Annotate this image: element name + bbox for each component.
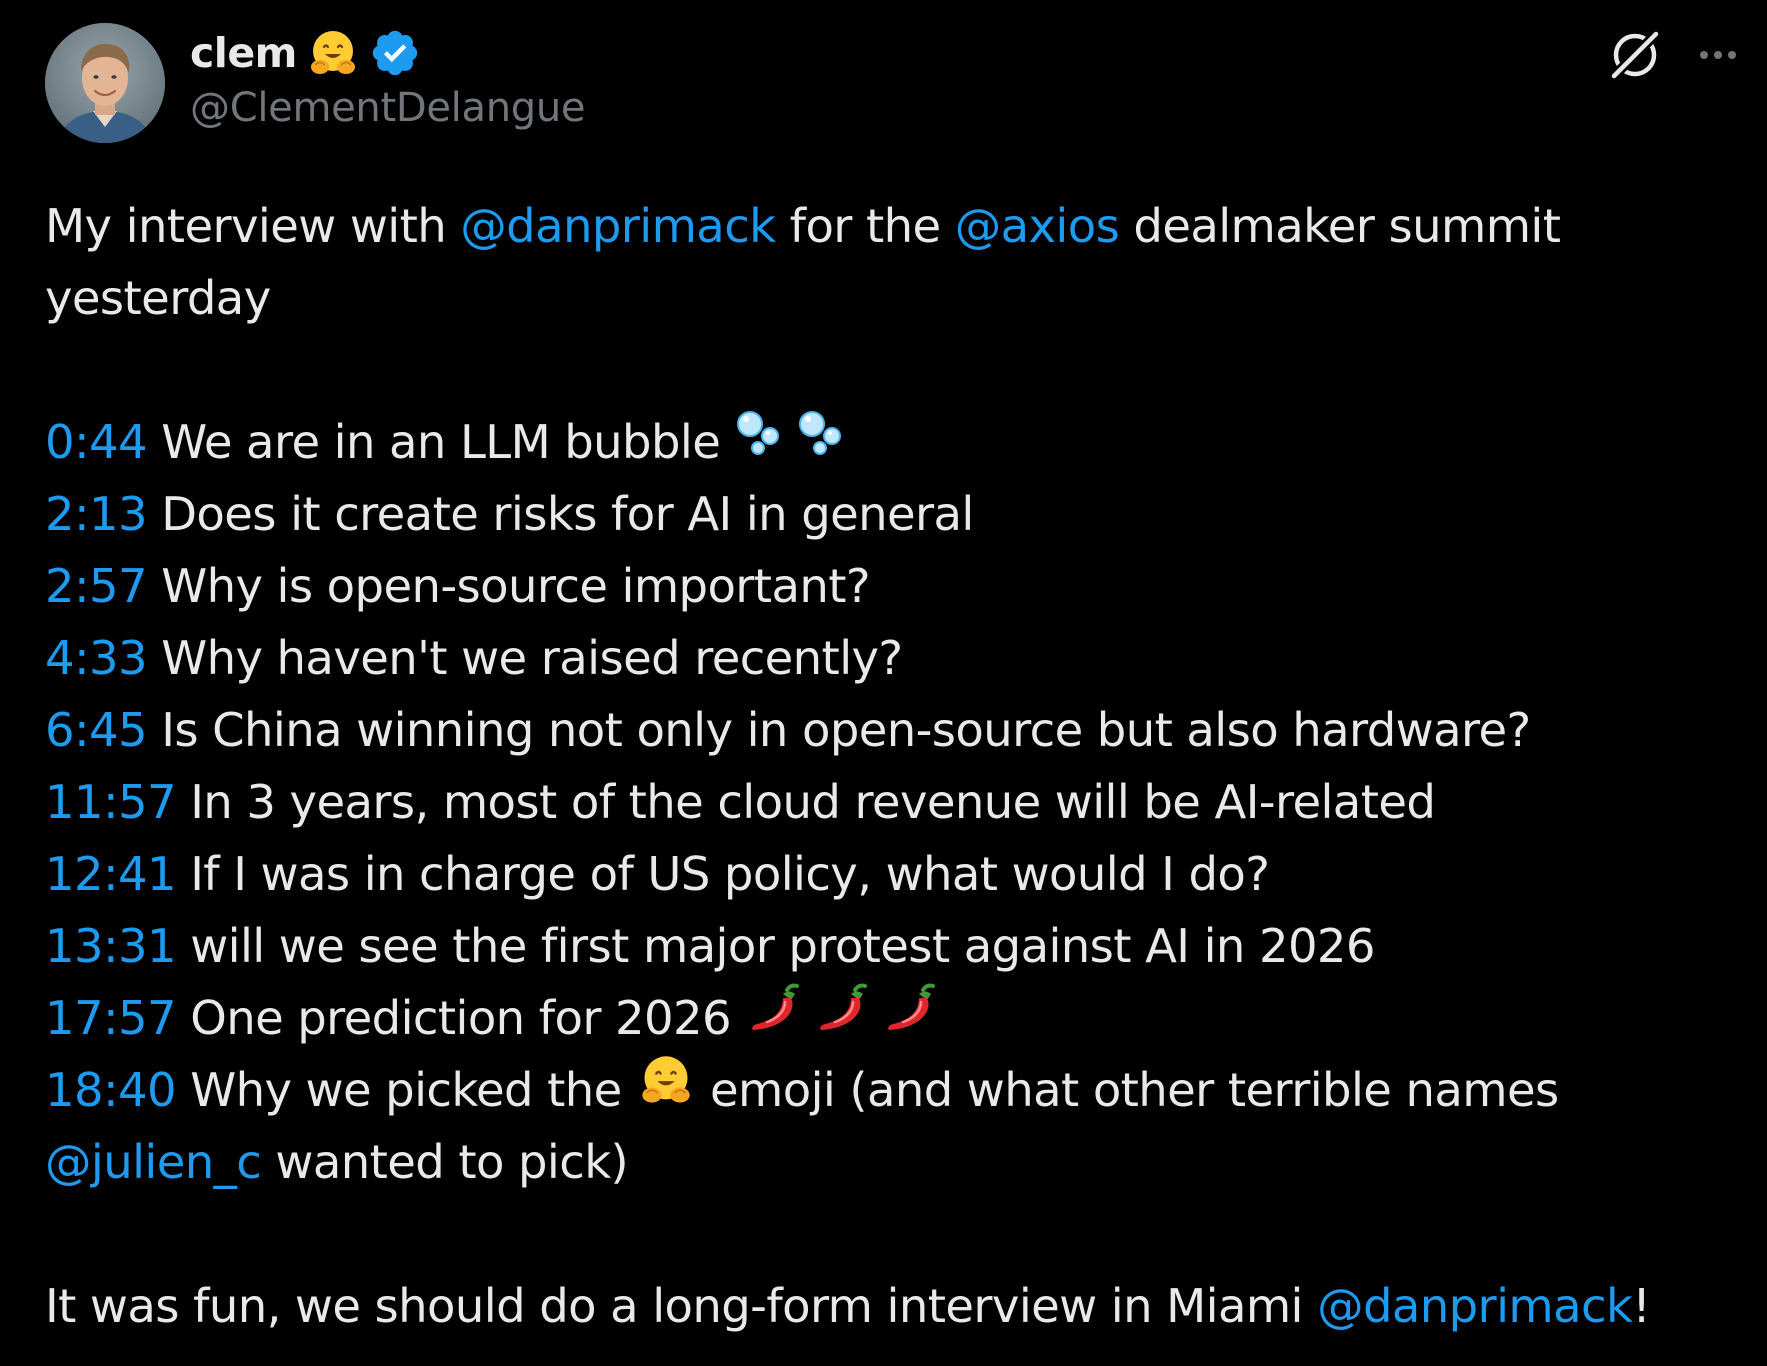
chapter-line: 11:57 In 3 years, most of the cloud reve… xyxy=(45,766,1735,838)
tweet-line: It was fun, we should do a long-form int… xyxy=(45,1270,1735,1342)
timestamp-link[interactable]: 0:44 xyxy=(45,415,148,469)
more-icon[interactable] xyxy=(1693,30,1743,80)
tweet-line: My interview with @danprimack for the @a… xyxy=(45,190,1735,262)
timestamp-link[interactable]: 13:31 xyxy=(45,919,177,973)
chapter-line: 12:41 If I was in charge of US policy, w… xyxy=(45,838,1735,910)
chapter-text: emoji (and what other terrible names xyxy=(695,1063,1559,1117)
chapter-line: 2:13 Does it create risks for AI in gene… xyxy=(45,478,1735,550)
chapter-text: Why haven't we raised recently? xyxy=(147,631,903,685)
chapter-text: Is China winning not only in open-source… xyxy=(147,703,1531,757)
tweet: clem @ClementDelangue My interview with … xyxy=(0,0,1767,1366)
tweet-text-segment: yesterday xyxy=(45,271,271,325)
chapter-line: 18:40 Why we picked the emoji (and what … xyxy=(45,1054,1735,1126)
timestamp-link[interactable]: 2:13 xyxy=(45,487,148,541)
chapter-line: 2:57 Why is open-source important? xyxy=(45,550,1735,622)
chapter-line: 4:33 Why haven't we raised recently? xyxy=(45,622,1735,694)
timestamp-link[interactable]: 6:45 xyxy=(45,703,148,757)
chapter-text: Why is open-source important? xyxy=(147,559,870,613)
mention-link[interactable]: @julien_c xyxy=(45,1135,262,1189)
chapter-text: In 3 years, most of the cloud revenue wi… xyxy=(176,775,1436,829)
tweet-text-segment: ! xyxy=(1632,1279,1651,1333)
hot-pepper-emoji-icon xyxy=(745,980,945,1056)
tweet-text-segment: dealmaker summit xyxy=(1119,199,1561,253)
chapter-text: Why we picked the xyxy=(176,1063,636,1117)
chapter-line: 0:44 We are in an LLM bubble xyxy=(45,406,1735,478)
chapter-text: will we see the first major protest agai… xyxy=(176,919,1375,973)
chapter-text: If I was in charge of US policy, what wo… xyxy=(176,847,1270,901)
author-name-row: clem xyxy=(190,22,421,84)
chapter-line: 17:57 One prediction for 2026 xyxy=(45,982,1735,1054)
timestamp-link[interactable]: 12:41 xyxy=(45,847,177,901)
chapter-text: We are in an LLM bubble xyxy=(147,415,735,469)
timestamp-link[interactable]: 17:57 xyxy=(45,991,177,1045)
tweet-text: My interview with @danprimack for the @a… xyxy=(45,190,1735,1342)
author-display-name[interactable]: clem xyxy=(190,29,297,77)
chapter-line: 6:45 Is China winning not only in open-s… xyxy=(45,694,1735,766)
bubbles-emoji-icon xyxy=(734,406,856,478)
chapter-line: 13:31 will we see the first major protes… xyxy=(45,910,1735,982)
timestamp-link[interactable]: 2:57 xyxy=(45,559,148,613)
tweet-text-segment: It was fun, we should do a long-form int… xyxy=(45,1279,1318,1333)
mention-link[interactable]: @danprimack xyxy=(1317,1279,1633,1333)
mention-link[interactable]: @danprimack xyxy=(460,199,776,253)
hugging-face-emoji-icon xyxy=(636,1052,696,1128)
chapter-text: wanted to pick) xyxy=(261,1135,629,1189)
timestamp-link[interactable]: 18:40 xyxy=(45,1063,177,1117)
chapter-text: Does it create risks for AI in general xyxy=(147,487,974,541)
tweet-text-segment: My interview with xyxy=(45,199,461,253)
chapter-text: One prediction for 2026 xyxy=(176,991,746,1045)
avatar[interactable] xyxy=(45,23,165,143)
grok-icon[interactable] xyxy=(1606,26,1664,84)
tweet-line: yesterday xyxy=(45,262,1735,334)
hugging-face-emoji-icon xyxy=(307,27,359,79)
verified-badge-icon[interactable] xyxy=(369,27,421,79)
mention-link[interactable]: @axios xyxy=(955,199,1120,253)
timestamp-link[interactable]: 4:33 xyxy=(45,631,148,685)
chapter-continuation-line: @julien_c wanted to pick) xyxy=(45,1126,1735,1198)
tweet-text-segment: for the xyxy=(775,199,955,253)
timestamp-link[interactable]: 11:57 xyxy=(45,775,177,829)
author-handle[interactable]: @ClementDelangue xyxy=(190,85,586,131)
